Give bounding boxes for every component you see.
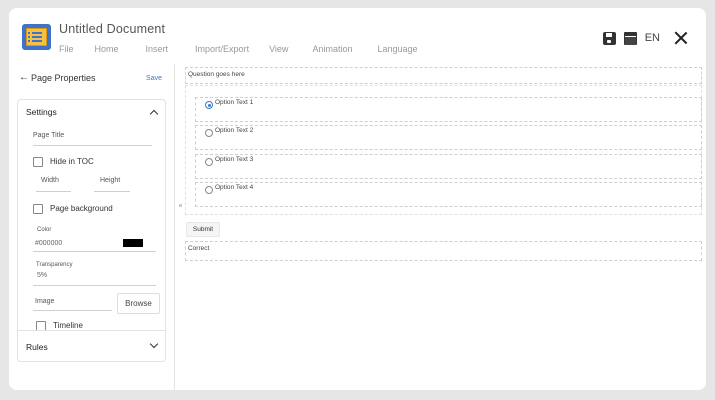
chevron-up-icon[interactable] — [149, 109, 159, 119]
document-title[interactable]: Untitled Document — [59, 22, 165, 36]
transparency-label: Transparency — [36, 262, 73, 268]
hide-in-toc-checkbox[interactable] — [33, 157, 43, 167]
feedback-text[interactable]: Correct — [185, 241, 702, 261]
option-item[interactable]: Option Text 4 — [195, 182, 702, 207]
option-radio[interactable] — [205, 158, 213, 166]
image-input[interactable] — [33, 310, 112, 311]
page-title-input[interactable] — [33, 145, 152, 146]
height-label: Height — [100, 177, 121, 184]
document-logo-icon — [22, 24, 51, 50]
settings-title[interactable]: Settings — [26, 107, 57, 117]
save-icon[interactable] — [602, 31, 616, 45]
resize-handle[interactable] — [179, 204, 182, 207]
option-text[interactable]: Option Text 4 — [215, 184, 253, 191]
option-item[interactable]: Option Text 1 — [195, 97, 702, 122]
menu-view[interactable]: View — [269, 44, 288, 54]
rules-title: Rules — [26, 342, 48, 352]
menu-home[interactable]: Home — [95, 44, 119, 54]
menu-import-export[interactable]: Import/Export — [195, 44, 249, 54]
option-item[interactable]: Option Text 3 — [195, 154, 702, 179]
option-radio[interactable] — [205, 186, 213, 194]
image-label: Image — [35, 298, 55, 305]
menu-language[interactable]: Language — [377, 44, 417, 54]
sidebar-title: Page Properties — [31, 73, 96, 83]
app-window: Untitled Document File Home Insert Impor… — [9, 8, 706, 390]
transparency-value[interactable]: 5% — [37, 272, 47, 279]
menu-insert[interactable]: Insert — [146, 44, 169, 54]
options-container: Option Text 1 Option Text 2 Option Text … — [185, 85, 702, 215]
page-title-label: Page Title — [33, 132, 65, 139]
language-selector[interactable]: EN — [645, 32, 660, 44]
save-link[interactable]: Save — [146, 75, 162, 82]
chevron-down-icon[interactable] — [149, 339, 159, 349]
option-text[interactable]: Option Text 1 — [215, 99, 253, 106]
menu-animation[interactable]: Animation — [312, 44, 352, 54]
height-input[interactable] — [94, 191, 130, 192]
color-underline — [33, 251, 156, 252]
rules-section[interactable]: Rules — [17, 330, 166, 362]
option-text[interactable]: Option Text 2 — [215, 127, 253, 134]
window-icon[interactable] — [623, 31, 637, 45]
page-background-checkbox[interactable] — [33, 204, 43, 214]
browse-button[interactable]: Browse — [117, 293, 160, 314]
option-text[interactable]: Option Text 3 — [215, 156, 253, 163]
menu-file[interactable]: File — [59, 44, 74, 54]
width-input[interactable] — [36, 191, 71, 192]
close-icon[interactable] — [674, 31, 688, 45]
transparency-underline — [33, 285, 156, 286]
back-arrow-icon[interactable]: ← — [19, 72, 29, 83]
app-header: Untitled Document File Home Insert Impor… — [9, 8, 706, 64]
color-label: Color — [37, 227, 52, 233]
timeline-label: Timeline — [53, 321, 83, 330]
sidebar-header: ← Page Properties Save — [19, 72, 167, 86]
settings-section: Settings Page Title Hide in TOC Width He… — [17, 99, 166, 331]
color-swatch[interactable] — [123, 239, 143, 247]
menu-bar: File Home Insert Import/Export View Anim… — [59, 44, 418, 54]
width-label: Width — [41, 177, 59, 184]
page-canvas: Question goes here Option Text 1 Option … — [176, 64, 706, 390]
option-radio[interactable] — [205, 101, 213, 109]
hide-in-toc-label: Hide in TOC — [50, 157, 94, 166]
option-item[interactable]: Option Text 2 — [195, 125, 702, 150]
properties-sidebar: ← Page Properties Save Settings Page Tit… — [9, 64, 175, 390]
header-actions: EN — [595, 31, 688, 45]
page-background-label: Page background — [50, 204, 113, 213]
option-radio[interactable] — [205, 129, 213, 137]
question-text[interactable]: Question goes here — [185, 67, 702, 84]
submit-button[interactable]: Submit — [186, 222, 220, 237]
color-value[interactable]: #000000 — [35, 240, 62, 247]
